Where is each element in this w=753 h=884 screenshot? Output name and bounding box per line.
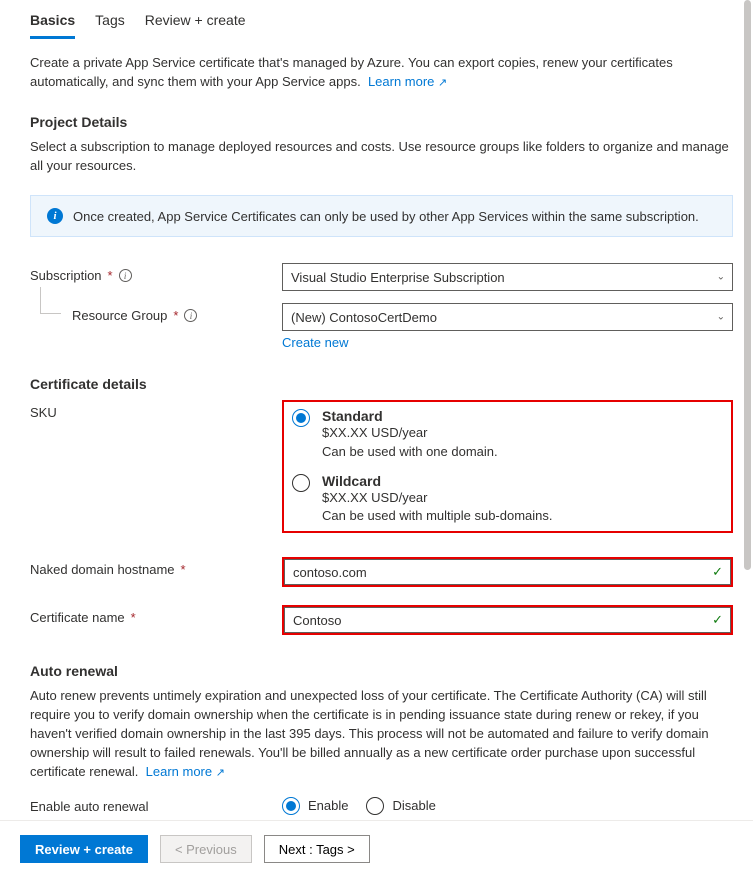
radio-icon: [366, 797, 384, 815]
sku-wildcard-desc: Can be used with multiple sub-domains.: [322, 507, 553, 525]
hostname-label: Naked domain hostname*: [30, 557, 282, 577]
previous-button: < Previous: [160, 835, 252, 863]
intro-learn-more-link[interactable]: Learn more ↗: [368, 74, 447, 89]
sku-wildcard-price: $XX.XX USD/year: [322, 489, 553, 507]
review-create-button[interactable]: Review + create: [20, 835, 148, 863]
sku-standard-desc: Can be used with one domain.: [322, 443, 498, 461]
tab-basics[interactable]: Basics: [30, 6, 75, 39]
disable-option-label: Disable: [392, 798, 435, 813]
sku-standard-title: Standard: [322, 408, 498, 424]
next-button[interactable]: Next : Tags >: [264, 835, 370, 863]
project-details-desc: Select a subscription to manage deployed…: [30, 138, 733, 176]
create-new-resource-group-link[interactable]: Create new: [282, 335, 348, 350]
info-icon[interactable]: i: [119, 269, 132, 282]
tab-review-create[interactable]: Review + create: [145, 6, 246, 39]
project-details-heading: Project Details: [30, 114, 733, 130]
radio-icon: [292, 474, 310, 492]
hostname-input[interactable]: [284, 559, 731, 585]
auto-renewal-disable-option[interactable]: Disable: [366, 796, 435, 815]
sku-highlight: Standard $XX.XX USD/year Can be used wit…: [282, 400, 733, 533]
info-icon[interactable]: i: [184, 309, 197, 322]
wizard-tabs: Basics Tags Review + create: [30, 0, 733, 40]
sku-option-standard[interactable]: Standard $XX.XX USD/year Can be used wit…: [292, 408, 723, 460]
radio-icon: [292, 409, 310, 427]
external-link-icon: ↗: [438, 77, 447, 89]
resource-group-label: Resource Group* i: [30, 303, 282, 323]
sku-wildcard-title: Wildcard: [322, 473, 553, 489]
sku-label: SKU: [30, 400, 282, 420]
auto-renewal-learn-more-link[interactable]: Learn more ↗: [146, 764, 225, 779]
certificate-details-heading: Certificate details: [30, 376, 733, 392]
wizard-footer: Review + create < Previous Next : Tags >: [0, 820, 753, 877]
checkmark-icon: ✓: [712, 564, 723, 580]
sku-option-wildcard[interactable]: Wildcard $XX.XX USD/year Can be used wit…: [292, 473, 723, 525]
auto-renewal-desc: Auto renew prevents untimely expiration …: [30, 687, 733, 781]
auto-renewal-enable-option[interactable]: Enable: [282, 796, 348, 815]
certificate-name-input[interactable]: [284, 607, 731, 633]
intro-text: Create a private App Service certificate…: [30, 54, 733, 92]
sku-standard-price: $XX.XX USD/year: [322, 424, 498, 442]
subscription-select[interactable]: Visual Studio Enterprise Subscription: [282, 263, 733, 291]
radio-icon: [282, 797, 300, 815]
subscription-label: Subscription* i: [30, 263, 282, 283]
auto-renewal-heading: Auto renewal: [30, 663, 733, 679]
vertical-scrollbar[interactable]: [744, 0, 751, 820]
resource-group-select[interactable]: (New) ContosoCertDemo: [282, 303, 733, 331]
tab-tags[interactable]: Tags: [95, 6, 125, 39]
scrollbar-thumb[interactable]: [744, 0, 751, 570]
enable-auto-renewal-label: Enable auto renewal: [30, 794, 282, 814]
checkmark-icon: ✓: [712, 612, 723, 628]
enable-option-label: Enable: [308, 798, 348, 813]
info-banner: i Once created, App Service Certificates…: [30, 195, 733, 237]
external-link-icon: ↗: [216, 767, 225, 779]
info-banner-text: Once created, App Service Certificates c…: [73, 209, 699, 224]
certname-label: Certificate name*: [30, 605, 282, 625]
intro-body: Create a private App Service certificate…: [30, 55, 673, 89]
info-icon: i: [47, 208, 63, 224]
